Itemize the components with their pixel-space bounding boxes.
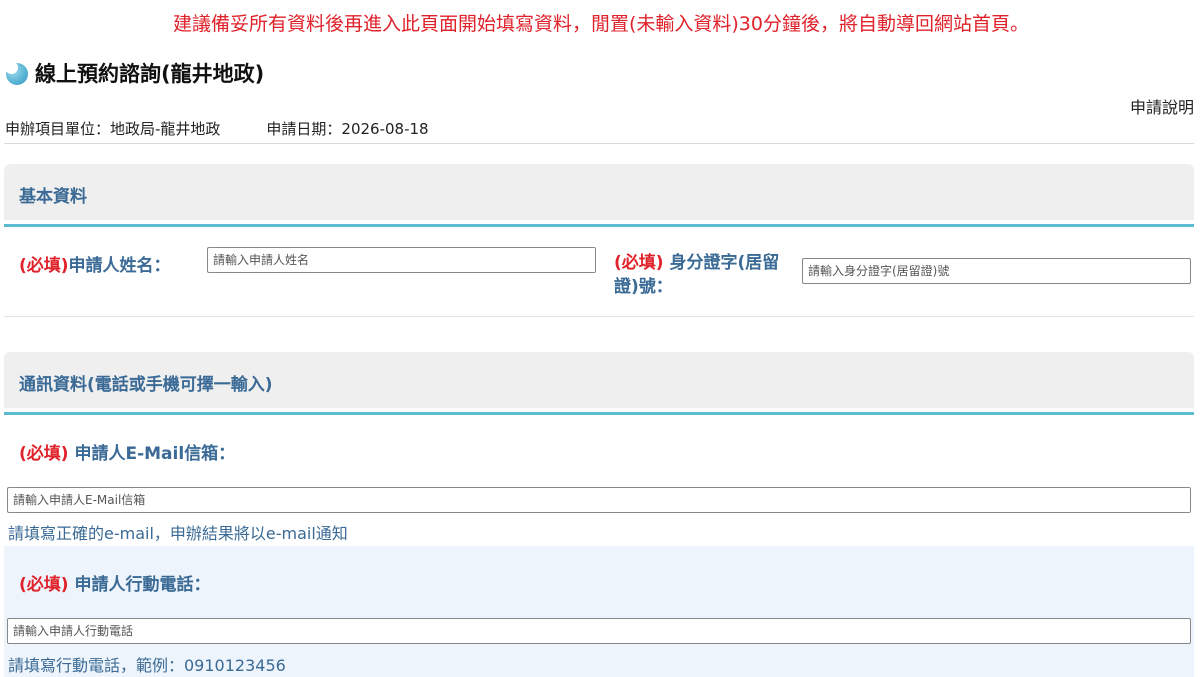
- divider: [4, 143, 1194, 144]
- page-title-row: 線上預約諮詢(龍井地政): [5, 58, 264, 88]
- applicant-email-label: (必填) 申請人E-Mail信箱：: [19, 444, 236, 464]
- bullet-ball-icon: [5, 61, 29, 85]
- section-title-basic: 基本資料: [19, 187, 87, 207]
- required-marker: (必填): [19, 575, 69, 595]
- applicant-mobile-input[interactable]: [7, 618, 1191, 644]
- required-marker: (必填): [614, 253, 664, 273]
- applicant-name-input[interactable]: [207, 247, 596, 273]
- page-title: 線上預約諮詢(龍井地政): [35, 62, 265, 86]
- row-divider: [4, 316, 1194, 317]
- section-underline: [4, 224, 1194, 227]
- mobile-hint: 請填寫行動電話，範例：0910123456: [8, 656, 286, 675]
- section-title-contact: 通訊資料(電話或手機可擇一輸入): [19, 375, 273, 395]
- applicant-email-input[interactable]: [7, 487, 1191, 513]
- required-marker: (必填): [19, 256, 69, 276]
- application-date: 申請日期：2026-08-18: [266, 120, 429, 138]
- application-help-link[interactable]: 申請說明: [1130, 94, 1194, 118]
- email-hint: 請填寫正確的e-mail，申辦結果將以e-mail通知: [8, 524, 348, 543]
- applicant-mobile-label: (必填) 申請人行動電話：: [19, 575, 211, 595]
- required-marker: (必填): [19, 444, 69, 464]
- applicant-id-input[interactable]: [802, 258, 1191, 284]
- section-underline: [4, 412, 1194, 415]
- idle-timeout-notice: 建議備妥所有資料後再進入此頁面開始填寫資料，閒置(未輸入資料)30分鐘後，將自動…: [172, 13, 1029, 35]
- section-header-contact: 通訊資料(電話或手機可擇一輸入): [4, 352, 1194, 408]
- section-header-basic: 基本資料: [4, 164, 1194, 220]
- applicant-id-label: (必填) 身分證字(居留 證)號：: [614, 253, 780, 297]
- applicant-name-label: (必填)申請人姓名：: [19, 256, 171, 276]
- application-unit: 申辦項目單位：地政局-龍井地政: [5, 120, 221, 138]
- application-meta: 申辦項目單位：地政局-龍井地政 申請日期：2026-08-18: [5, 118, 429, 139]
